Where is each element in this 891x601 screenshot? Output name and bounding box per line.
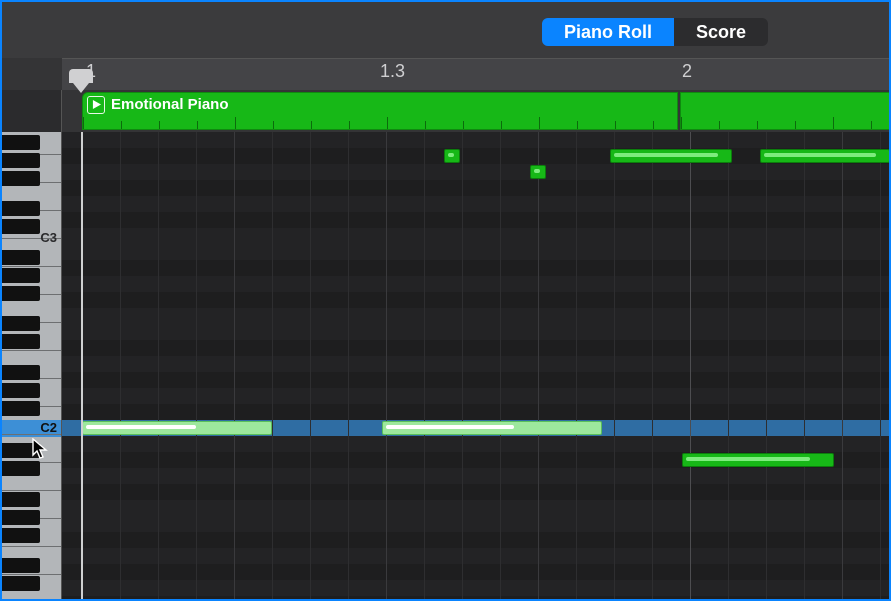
midi-region[interactable] <box>680 92 891 130</box>
midi-note[interactable] <box>760 149 890 163</box>
velocity-bar <box>614 153 718 157</box>
piano-roll-editor: Piano Roll Score 1 1.3 2 Emotional Piano <box>0 0 891 601</box>
play-icon <box>87 96 105 114</box>
tab-piano-roll[interactable]: Piano Roll <box>542 18 674 46</box>
ruler-label-2: 2 <box>682 61 692 82</box>
playhead-line[interactable] <box>81 132 83 599</box>
velocity-bar <box>448 153 454 157</box>
key-label-c2: C2 <box>40 420 57 435</box>
cursor-arrow-icon <box>32 438 48 460</box>
midi-note[interactable] <box>382 421 602 435</box>
region-ticks <box>681 117 891 129</box>
piano-keyboard[interactable]: C3 C2 <box>2 90 62 599</box>
region-ticks <box>83 117 677 129</box>
velocity-bar <box>86 425 196 429</box>
ruler-label-1-3: 1.3 <box>380 61 405 82</box>
midi-note[interactable] <box>610 149 732 163</box>
toolbar: Piano Roll Score <box>2 2 889 58</box>
time-ruler[interactable]: 1 1.3 2 <box>62 58 889 90</box>
midi-region[interactable]: Emotional Piano <box>82 92 678 130</box>
key-label-c3: C3 <box>40 230 57 245</box>
midi-note[interactable] <box>682 453 834 467</box>
note-grid[interactable] <box>62 132 889 599</box>
region-name: Emotional Piano <box>111 96 229 113</box>
notes-layer <box>62 132 889 599</box>
velocity-bar <box>764 153 876 157</box>
velocity-bar <box>386 425 514 429</box>
view-segmented-control: Piano Roll Score <box>542 18 768 46</box>
velocity-bar <box>686 457 810 461</box>
velocity-bar <box>534 169 540 173</box>
region-strip: Emotional Piano <box>62 90 889 132</box>
tab-score[interactable]: Score <box>674 18 768 46</box>
midi-note[interactable] <box>530 165 546 179</box>
midi-note[interactable] <box>82 421 272 435</box>
midi-note[interactable] <box>444 149 460 163</box>
